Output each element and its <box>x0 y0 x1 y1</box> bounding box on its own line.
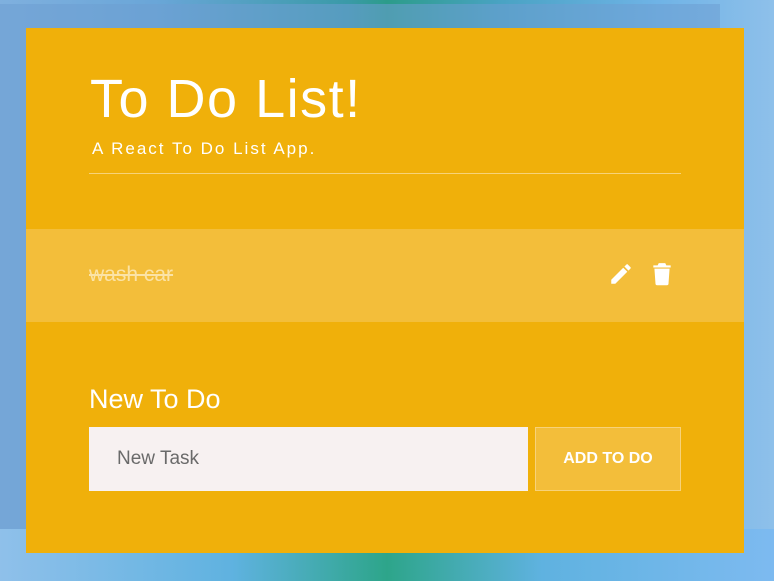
add-todo-button[interactable]: ADD TO DO <box>535 427 681 491</box>
todo-card: To Do List! A React To Do List App. wash… <box>26 28 744 553</box>
todo-item: wash car <box>26 229 744 322</box>
page-title: To Do List! <box>90 69 362 129</box>
trash-icon <box>653 263 671 286</box>
todo-item-text[interactable]: wash car <box>89 264 173 285</box>
new-todo-label: New To Do <box>89 384 221 414</box>
new-task-input[interactable] <box>89 427 528 491</box>
edit-todo-button[interactable] <box>608 261 634 287</box>
pencil-icon <box>611 264 631 284</box>
delete-todo-button[interactable] <box>649 261 675 287</box>
header-divider <box>89 173 681 174</box>
page-subtitle: A React To Do List App. <box>92 139 317 158</box>
